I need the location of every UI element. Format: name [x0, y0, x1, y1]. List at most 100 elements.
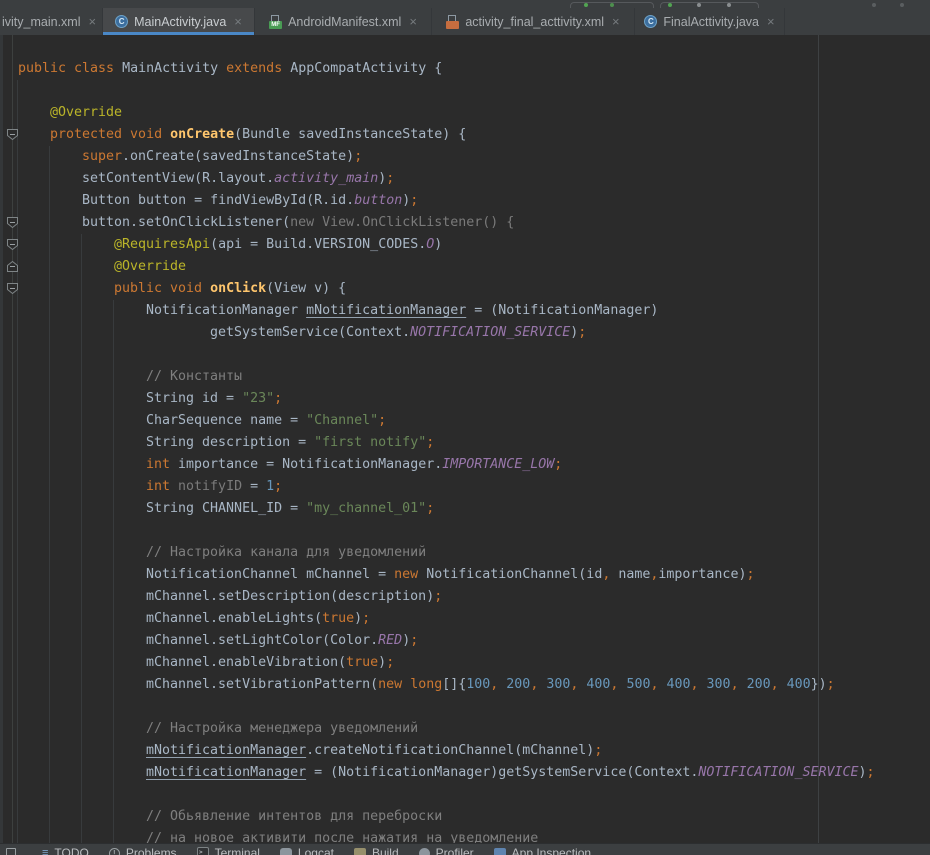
editor-tab-bar: ivity_main.xml×CMainActivity.java× MF Andr…: [0, 8, 930, 35]
code-token: NOTIFICATION_SERVICE: [698, 765, 858, 780]
code-token: ;: [274, 479, 282, 494]
tool-window-button-window[interactable]: [6, 845, 22, 855]
tool-window-button-todo[interactable]: ≡TODO: [42, 845, 89, 855]
code-line[interactable]: mNotificationManager = (NotificationMana…: [0, 762, 930, 784]
code-token: @RequiresApi: [114, 237, 210, 252]
code-token: onCreate: [170, 127, 234, 142]
tool-window-button-logcat[interactable]: Logcat: [280, 845, 334, 855]
code-line[interactable]: [0, 80, 930, 102]
code-editor[interactable]: public class MainActivity extends AppCom…: [0, 35, 930, 855]
code-token: new: [394, 567, 426, 582]
code-token: NotificationChannel(id: [426, 567, 602, 582]
code-token: 100: [466, 677, 490, 692]
code-line[interactable]: int importance = NotificationManager.IMP…: [0, 454, 930, 476]
file-badge: MF: [269, 21, 282, 29]
terminal-icon: >_: [197, 847, 209, 855]
code-token: activity_main: [274, 171, 378, 186]
code-token: mNotificationManager: [306, 303, 466, 318]
code-line[interactable]: int notifyID = 1;: [0, 476, 930, 498]
code-token: // Настройка менеджера уведомлений: [146, 721, 418, 736]
code-line[interactable]: @RequiresApi(api = Build.VERSION_CODES.O…: [0, 234, 930, 256]
code-line[interactable]: super.onCreate(savedInstanceState);: [0, 146, 930, 168]
code-line[interactable]: // Настройка менеджера уведомлений: [0, 718, 930, 740]
code-token: importance): [658, 567, 746, 582]
code-line[interactable]: // Настройка канала для уведомлений: [0, 542, 930, 564]
code-line[interactable]: NotificationChannel mChannel = new Notif…: [0, 564, 930, 586]
code-token: "first notify": [314, 435, 426, 450]
code-line[interactable]: mChannel.enableLights(true);: [0, 608, 930, 630]
editor-tab-ivity-main-xml[interactable]: ivity_main.xml×: [0, 8, 103, 35]
code-token: []{: [442, 677, 466, 692]
code-line[interactable]: protected void onCreate(Bundle savedInst…: [0, 124, 930, 146]
code-line[interactable]: mChannel.setDescription(description);: [0, 586, 930, 608]
code-line[interactable]: mChannel.setVibrationPattern(new long[]{…: [0, 674, 930, 696]
code-token: (View v) {: [266, 281, 346, 296]
code-token: getSystemService(Context.: [210, 325, 410, 340]
code-line[interactable]: mNotificationManager.createNotificationC…: [0, 740, 930, 762]
code-line[interactable]: [0, 344, 930, 366]
code-line[interactable]: NotificationManager mNotificationManager…: [0, 300, 930, 322]
code-token: 300: [546, 677, 570, 692]
code-line[interactable]: [0, 696, 930, 718]
code-line[interactable]: getSystemService(Context.NOTIFICATION_SE…: [0, 322, 930, 344]
code-token: "Channel": [306, 413, 378, 428]
tab-close-icon[interactable]: ×: [767, 15, 775, 28]
code-token: onClick: [210, 281, 266, 296]
tool-window-label: Build: [372, 846, 399, 855]
code-line[interactable]: mChannel.setLightColor(Color.RED);: [0, 630, 930, 652]
code-line[interactable]: @Override: [0, 102, 930, 124]
code-token: "23": [242, 391, 274, 406]
tab-close-icon[interactable]: ×: [612, 15, 620, 28]
editor-tab-androidmanifest-xml[interactable]: MF AndroidManifest.xml ×: [255, 8, 432, 35]
code-token: String id =: [146, 391, 242, 406]
code-line[interactable]: setContentView(R.layout.activity_main);: [0, 168, 930, 190]
code-line[interactable]: mChannel.enableVibration(true);: [0, 652, 930, 674]
code-line[interactable]: String description = "first notify";: [0, 432, 930, 454]
code-line[interactable]: public void onClick(View v) {: [0, 278, 930, 300]
tool-window-button-profiler[interactable]: Profiler: [419, 845, 474, 855]
code-token: mChannel.setDescription(description): [146, 589, 434, 604]
tool-window-bar: ≡TODO !Problems >_Terminal Logcat Build Profi…: [0, 843, 930, 855]
code-token: ;: [594, 743, 602, 758]
code-line[interactable]: CharSequence name = "Channel";: [0, 410, 930, 432]
code-line[interactable]: String CHANNEL_ID = "my_channel_01";: [0, 498, 930, 520]
code-area[interactable]: public class MainActivity extends AppCom…: [0, 58, 930, 850]
editor-tab-finalacttivity-java[interactable]: CFinalActtivity.java×: [635, 8, 785, 35]
code-line[interactable]: String id = "23";: [0, 388, 930, 410]
code-token: ,: [650, 677, 666, 692]
tool-window-label: TODO: [54, 846, 88, 855]
tool-window-button-build[interactable]: Build: [354, 845, 399, 855]
code-token: ;: [378, 413, 386, 428]
code-token: 200: [506, 677, 530, 692]
code-line[interactable]: [0, 520, 930, 542]
appinspect-icon: [494, 848, 506, 855]
tool-window-button-problems[interactable]: !Problems: [109, 845, 177, 855]
code-token: ,: [530, 677, 546, 692]
code-line[interactable]: // Константы: [0, 366, 930, 388]
code-token: importance = NotificationManager.: [178, 457, 442, 472]
tab-close-icon[interactable]: ×: [89, 15, 97, 28]
code-line[interactable]: [0, 784, 930, 806]
tab-label: AndroidManifest.xml: [288, 15, 401, 29]
code-token: 400: [586, 677, 610, 692]
code-line[interactable]: button.setOnClickListener(new View.OnCli…: [0, 212, 930, 234]
code-token: ;: [426, 501, 434, 516]
java-class-icon: C: [644, 15, 657, 28]
code-line[interactable]: @Override: [0, 256, 930, 278]
code-token: ,: [771, 677, 787, 692]
code-token: protected void: [50, 127, 170, 142]
tab-close-icon[interactable]: ×: [409, 15, 417, 28]
editor-tab-activity-final-acttivity-xml[interactable]: activity_final_acttivity.xml×: [432, 8, 635, 35]
code-token: ): [378, 655, 386, 670]
run-indicator-dot: [668, 3, 672, 7]
code-token: button.setOnClickListener(: [82, 215, 290, 230]
code-line[interactable]: public class MainActivity extends AppCom…: [0, 58, 930, 80]
code-token: notifyID: [178, 479, 242, 494]
tool-window-button-terminal[interactable]: >_Terminal: [197, 845, 260, 855]
code-line[interactable]: // Обьявление интентов для переброски: [0, 806, 930, 828]
tab-close-icon[interactable]: ×: [234, 15, 242, 28]
code-line[interactable]: Button button = findViewById(R.id.button…: [0, 190, 930, 212]
editor-tab-mainactivity-java[interactable]: CMainActivity.java×: [103, 8, 255, 35]
tool-window-button-app-inspection[interactable]: App Inspection: [494, 845, 591, 855]
code-token: // Константы: [146, 369, 242, 384]
